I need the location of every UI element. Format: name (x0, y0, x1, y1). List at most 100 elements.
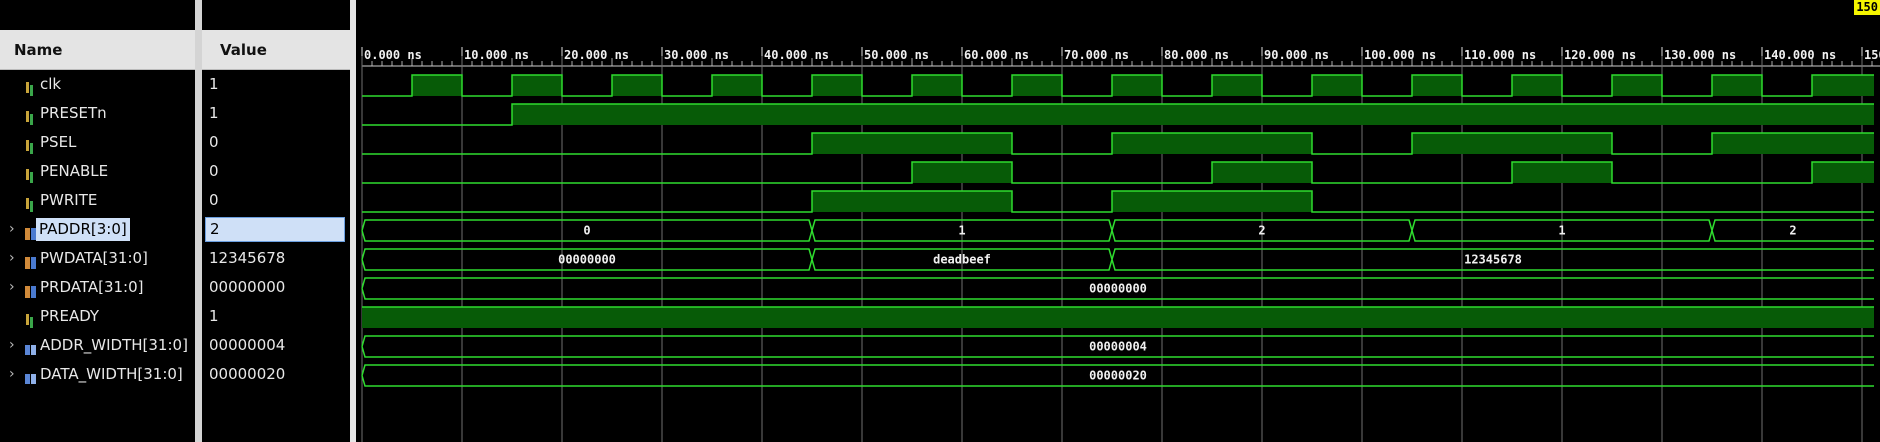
signal-value-selected[interactable]: 2 (205, 217, 345, 242)
signal-row[interactable]: PREADY (0, 302, 195, 331)
signal-value-row[interactable]: 1 (202, 99, 350, 128)
waveform-presetn[interactable] (362, 103, 1874, 126)
waveform-penable[interactable] (362, 161, 1874, 184)
name-column-header[interactable]: Name (0, 30, 195, 70)
signal-row[interactable]: PSEL (0, 128, 195, 157)
time-tick-label: 70.000 ns (1064, 48, 1129, 62)
expand-chevron-icon[interactable]: › (9, 360, 15, 389)
waveform-pwdata[interactable]: 00000000 deadbeef 12345678 (361, 248, 1874, 271)
signal-value-panel: Value 1 1 0 0 0 2 12345678 00000000 1 00000004 000… (202, 0, 350, 442)
high-level-fill (362, 307, 1874, 328)
signal-value-row[interactable]: 00000020 (202, 360, 350, 389)
signal-value-row[interactable]: 0 (202, 157, 350, 186)
expand-chevron-icon[interactable]: › (9, 331, 15, 360)
value-column-header[interactable]: Value (202, 30, 350, 70)
signal-name[interactable]: PSEL (40, 128, 76, 157)
bit-signal-icon (25, 106, 35, 125)
bit-signal-icon (25, 309, 35, 328)
signal-row[interactable]: PRESETn (0, 99, 195, 128)
signal-row[interactable]: › PWDATA[31:0] (0, 244, 195, 273)
time-tick-label: 30.000 ns (664, 48, 729, 62)
time-tick-label: 150 (1864, 48, 1880, 62)
time-tick-label: 130.000 ns (1664, 48, 1736, 62)
signal-value-row[interactable]: 00000000 (202, 273, 350, 302)
signal-value: 00000000 (209, 278, 286, 296)
signal-value: 12345678 (209, 249, 286, 267)
signal-name[interactable]: PWRITE (40, 186, 97, 215)
signal-value-row[interactable]: 2 (202, 215, 350, 244)
high-level-fill (1112, 75, 1162, 96)
signal-name[interactable]: ADDR_WIDTH[31:0] (40, 331, 188, 360)
signal-value: 00000020 (209, 365, 286, 383)
waveform-psel[interactable] (362, 132, 1874, 155)
expand-chevron-icon[interactable]: › (9, 273, 15, 302)
signal-row[interactable]: clk (0, 70, 195, 99)
bus-value-label: 00000000 (1089, 282, 1147, 296)
waveform-viewer: Name clk PRESETn PSEL PENABLE PWRITE › PADDR[3… (0, 0, 1880, 442)
signal-row[interactable]: › PADDR[3:0] (0, 215, 195, 244)
high-level-fill (1412, 133, 1612, 154)
signal-name[interactable]: PRESETn (40, 99, 107, 128)
high-level-fill (612, 75, 662, 96)
signal-trace (362, 161, 1874, 184)
signal-value: 0 (209, 133, 219, 151)
signal-value: 0 (209, 162, 219, 180)
waveform-addr_width[interactable]: 00000004 (361, 335, 1874, 358)
high-level-fill (512, 75, 562, 96)
time-tick-label: 50.000 ns (864, 48, 929, 62)
time-tick-label: 140.000 ns (1764, 48, 1836, 62)
signal-row[interactable]: › DATA_WIDTH[31:0] (0, 360, 195, 389)
signal-value: 1 (209, 307, 219, 325)
signal-row[interactable]: › PRDATA[31:0] (0, 273, 195, 302)
high-level-fill (1812, 75, 1874, 96)
high-level-fill (812, 75, 862, 96)
waveform-pwrite[interactable] (362, 190, 1874, 213)
param-signal-icon (25, 367, 36, 384)
signal-row[interactable]: PWRITE (0, 186, 195, 215)
signal-name[interactable]: clk (40, 70, 61, 99)
high-level-fill (1112, 133, 1312, 154)
expand-chevron-icon[interactable]: › (9, 215, 15, 244)
waveform-pready[interactable] (362, 306, 1874, 328)
high-level-fill (1512, 75, 1562, 96)
signal-name[interactable]: PENABLE (40, 157, 108, 186)
signal-value-row[interactable]: 0 (202, 128, 350, 157)
high-level-fill (812, 191, 1012, 212)
signal-name[interactable]: PWDATA[31:0] (40, 244, 148, 273)
signal-value: 2 (210, 220, 220, 238)
expand-chevron-icon[interactable]: › (9, 244, 15, 273)
waveform-data_width[interactable]: 00000020 (361, 364, 1874, 387)
waveform-paddr[interactable]: 0 1 2 1 2 (361, 219, 1874, 242)
bit-signal-icon (25, 164, 35, 183)
signal-name[interactable]: PADDR[3:0] (36, 218, 130, 241)
signal-value: 1 (209, 104, 219, 122)
bus-value-label: deadbeef (933, 253, 991, 267)
time-cursor-label[interactable]: 150 (1854, 0, 1880, 15)
signal-value: 1 (209, 75, 219, 93)
time-tick-label: 110.000 ns (1464, 48, 1536, 62)
signal-value-row[interactable]: 0 (202, 186, 350, 215)
bus-value-label: 0 (583, 224, 590, 238)
time-tick-label: 100.000 ns (1364, 48, 1436, 62)
signal-value-row[interactable]: 1 (202, 70, 350, 99)
column-splitter[interactable] (195, 0, 202, 442)
bus-signal-icon (25, 222, 36, 240)
signal-row[interactable]: › ADDR_WIDTH[31:0] (0, 331, 195, 360)
signal-row[interactable]: PENABLE (0, 157, 195, 186)
bit-signal-icon (25, 135, 35, 154)
waveform-prdata[interactable]: 00000000 (361, 277, 1874, 300)
signal-value-row[interactable]: 1 (202, 302, 350, 331)
signal-name[interactable]: PRDATA[31:0] (40, 273, 144, 302)
bus-value-label: 12345678 (1464, 253, 1522, 267)
signal-value-row[interactable]: 12345678 (202, 244, 350, 273)
signal-name[interactable]: PREADY (40, 302, 99, 331)
waveform-clk[interactable] (362, 74, 1874, 97)
high-level-fill (1712, 133, 1874, 154)
signal-value-row[interactable]: 00000004 (202, 331, 350, 360)
waveform-canvas[interactable]: 0.000 ns 10.000 ns 20.000 ns 30.000 ns 40.00… (356, 0, 1880, 442)
time-tick-label: 120.000 ns (1564, 48, 1636, 62)
time-ruler[interactable]: 0.000 ns 10.000 ns 20.000 ns 30.000 ns 40.00… (361, 47, 1880, 67)
bit-signal-icon (25, 193, 35, 212)
signal-name[interactable]: DATA_WIDTH[31:0] (40, 360, 183, 389)
param-signal-icon (25, 338, 36, 355)
